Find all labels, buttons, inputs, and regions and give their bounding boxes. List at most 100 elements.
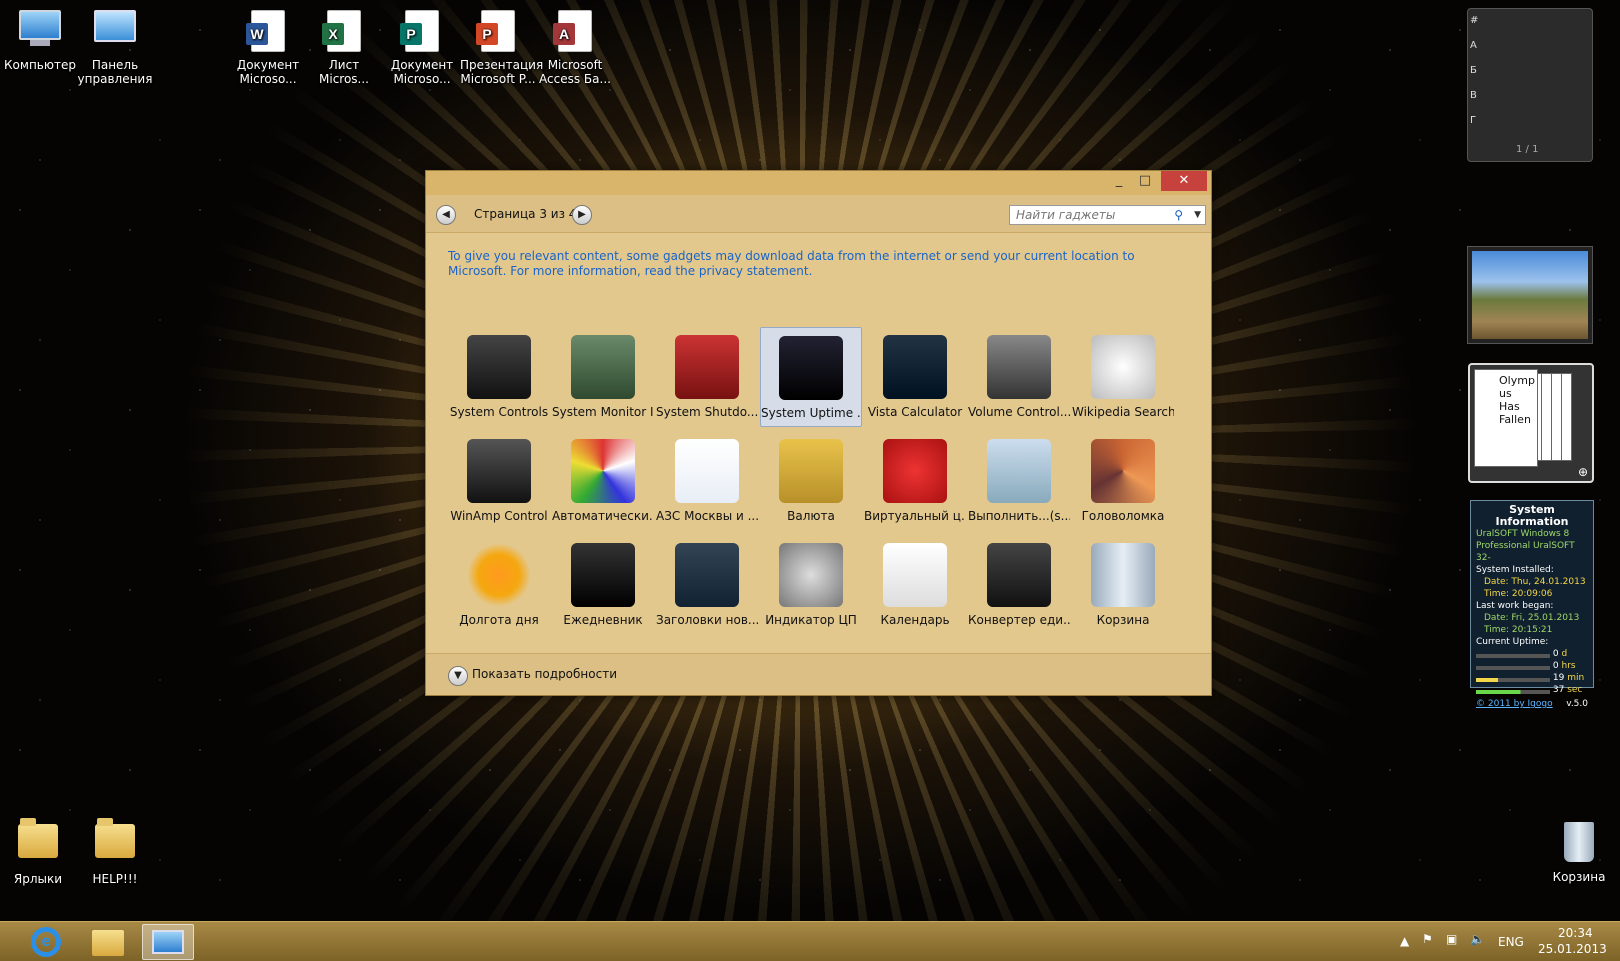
show-details-label[interactable]: Показать подробности	[472, 667, 617, 681]
desktop-icon-excel-sheet[interactable]: X Лист Micros...	[306, 6, 382, 86]
letter-item[interactable]: Г	[1470, 115, 1490, 140]
excel-sheet-icon: X	[322, 10, 366, 54]
movie-title-line: Olymp	[1499, 374, 1535, 387]
gadget-label: Volume Control...	[968, 405, 1070, 419]
movie-gadget[interactable]: Olymp us Has Fallen ⊕	[1468, 363, 1594, 483]
gadget-tile[interactable]: Корзина	[1072, 535, 1174, 635]
letter-item[interactable]: А	[1470, 40, 1490, 65]
desktop-icon-publisher-doc[interactable]: P Документ Microso...	[384, 6, 460, 86]
gadget-tile[interactable]: Ежедневник	[552, 535, 654, 635]
gadget-tile[interactable]: System Uptime ...	[760, 327, 862, 427]
title-bar: _ □ ✕	[426, 171, 1211, 195]
gadget-tile[interactable]: Заголовки нов...	[656, 535, 758, 635]
sysinfo-installed-date: Date: Thu, 24.01.2013	[1484, 577, 1586, 587]
slideshow-gadget[interactable]	[1467, 246, 1593, 344]
show-details-button[interactable]: ▼	[448, 666, 468, 686]
letter-column: # А Б В Г	[1470, 15, 1490, 140]
desktop-icon-powerpoint[interactable]: P Презентация Microsoft P...	[460, 6, 543, 86]
flag-icon[interactable]: ⚑	[1422, 932, 1433, 946]
gadget-label: System Monitor II	[552, 405, 654, 419]
gadget-tile[interactable]: Головоломка	[1072, 431, 1174, 531]
desktop-icon-help-folder[interactable]: HELP!!!	[77, 818, 153, 886]
run-icon	[987, 439, 1051, 503]
gadgets-button[interactable]	[142, 924, 194, 960]
privacy-notice-link[interactable]: To give you relevant content, some gadge…	[448, 249, 1168, 279]
network-icon[interactable]: ▣	[1446, 932, 1457, 946]
internet-explorer-button[interactable]: e	[20, 924, 72, 960]
gadget-tile[interactable]: Конвертер еди...	[968, 535, 1070, 635]
desktop-icon-access[interactable]: A Microsoft Access Ба...	[537, 6, 613, 86]
letter-item[interactable]: #	[1470, 15, 1490, 40]
clock-date[interactable]: 25.01.2013	[1538, 942, 1607, 956]
gadget-tile[interactable]: АЗС Москвы и ...	[656, 431, 758, 531]
alphabet-index-gadget[interactable]: # А Б В Г 1 / 1	[1467, 8, 1593, 162]
letter-item[interactable]: Б	[1470, 65, 1490, 90]
calculator-icon	[883, 335, 947, 399]
gadget-tile[interactable]: Виртуальный ц...	[864, 431, 966, 531]
desktop-icon-control-panel[interactable]: Панель управления	[77, 6, 153, 86]
system-controls-icon	[467, 335, 531, 399]
clock-time[interactable]: 20:34	[1558, 926, 1593, 940]
gadget-tile[interactable]: System Controls	[448, 327, 550, 427]
gadget-tile[interactable]: Валюта	[760, 431, 862, 531]
taskbar: e ▲ ⚑ ▣ 🔈 ENG 20:34 25.01.2013	[0, 921, 1620, 961]
access-database-icon: A	[553, 10, 597, 54]
desktop-icon-word-doc[interactable]: W Документ Microso...	[230, 6, 306, 86]
add-icon[interactable]: ⊕	[1578, 465, 1588, 479]
letter-item[interactable]: В	[1470, 90, 1490, 115]
search-gadgets-input[interactable]: Найти гаджеты ⚲ ▼	[1009, 205, 1206, 225]
computer-icon	[18, 10, 62, 54]
gadget-tile[interactable]: Индикатор ЦП	[760, 535, 862, 635]
gadget-tile[interactable]: Wikipedia Search	[1072, 327, 1174, 427]
gadget-label: Выполнить...(s...	[968, 509, 1070, 523]
uptime-icon	[779, 336, 843, 400]
desktop-icon-shortcuts-folder[interactable]: Ярлыки	[0, 818, 76, 886]
internet-explorer-icon: e	[31, 927, 61, 957]
gadget-tile[interactable]: Выполнить...(s...	[968, 431, 1070, 531]
search-icon[interactable]: ⚲	[1174, 206, 1183, 224]
minimize-button[interactable]: _	[1105, 171, 1133, 191]
file-explorer-button[interactable]	[82, 924, 134, 960]
volume-icon[interactable]: 🔈	[1470, 932, 1485, 946]
word-document-icon: W	[246, 10, 290, 54]
uptime-unit: min	[1567, 673, 1585, 683]
gadget-label: Конвертер еди...	[968, 613, 1070, 627]
gadget-tile[interactable]: Календарь	[864, 535, 966, 635]
desktop-icon-recycle-bin[interactable]: Корзина	[1541, 818, 1617, 884]
gadget-label: Валюта	[787, 509, 835, 523]
gadget-tile[interactable]: WinAmp Control	[448, 431, 550, 531]
desktop-icon-label: Компьютер	[4, 58, 76, 72]
gadget-tile[interactable]: Volume Control...	[968, 327, 1070, 427]
search-placeholder: Найти гаджеты	[1016, 208, 1116, 222]
next-page-button[interactable]: ▶	[572, 205, 592, 225]
currency-icon	[779, 439, 843, 503]
language-indicator[interactable]: ENG	[1498, 935, 1524, 949]
previous-page-button[interactable]: ◀	[436, 205, 456, 225]
gadget-label: Ежедневник	[563, 613, 643, 627]
uptime-value: 37	[1552, 685, 1565, 695]
credit-link[interactable]: © 2011 by Igogo	[1476, 699, 1553, 709]
desktop-icon-label: Панель управления	[77, 58, 153, 86]
chevron-up-icon[interactable]: ▲	[1400, 934, 1409, 948]
sysinfo-work-label: Last work began:	[1476, 601, 1554, 611]
gadget-label: Долгота дня	[459, 613, 539, 627]
news-icon	[675, 543, 739, 607]
volume-icon	[987, 335, 1051, 399]
gadget-label: Индикатор ЦП	[765, 613, 857, 627]
folder-icon	[16, 818, 60, 868]
calendar-icon	[883, 543, 947, 607]
system-tray: ▲ ⚑ ▣ 🔈 ENG 20:34 25.01.2013	[1370, 922, 1620, 961]
maximize-button[interactable]: □	[1131, 171, 1159, 191]
gadget-tile[interactable]: Долгота дня	[448, 535, 550, 635]
gadget-label: System Uptime ...	[761, 406, 861, 420]
gadget-tile[interactable]: Автоматически...	[552, 431, 654, 531]
chevron-down-icon[interactable]: ▼	[1194, 206, 1201, 224]
gadget-tile[interactable]: System Shutdo...	[656, 327, 758, 427]
power-icon	[675, 335, 739, 399]
close-button[interactable]: ✕	[1161, 171, 1207, 191]
desktop-icon-computer[interactable]: Компьютер	[2, 6, 78, 72]
gadget-tile[interactable]: System Monitor II	[552, 327, 654, 427]
sysinfo-installed-label: System Installed:	[1476, 565, 1554, 575]
gadget-tile[interactable]: Vista Calculator	[864, 327, 966, 427]
movie-card[interactable]: Olymp us Has Fallen	[1474, 369, 1538, 467]
